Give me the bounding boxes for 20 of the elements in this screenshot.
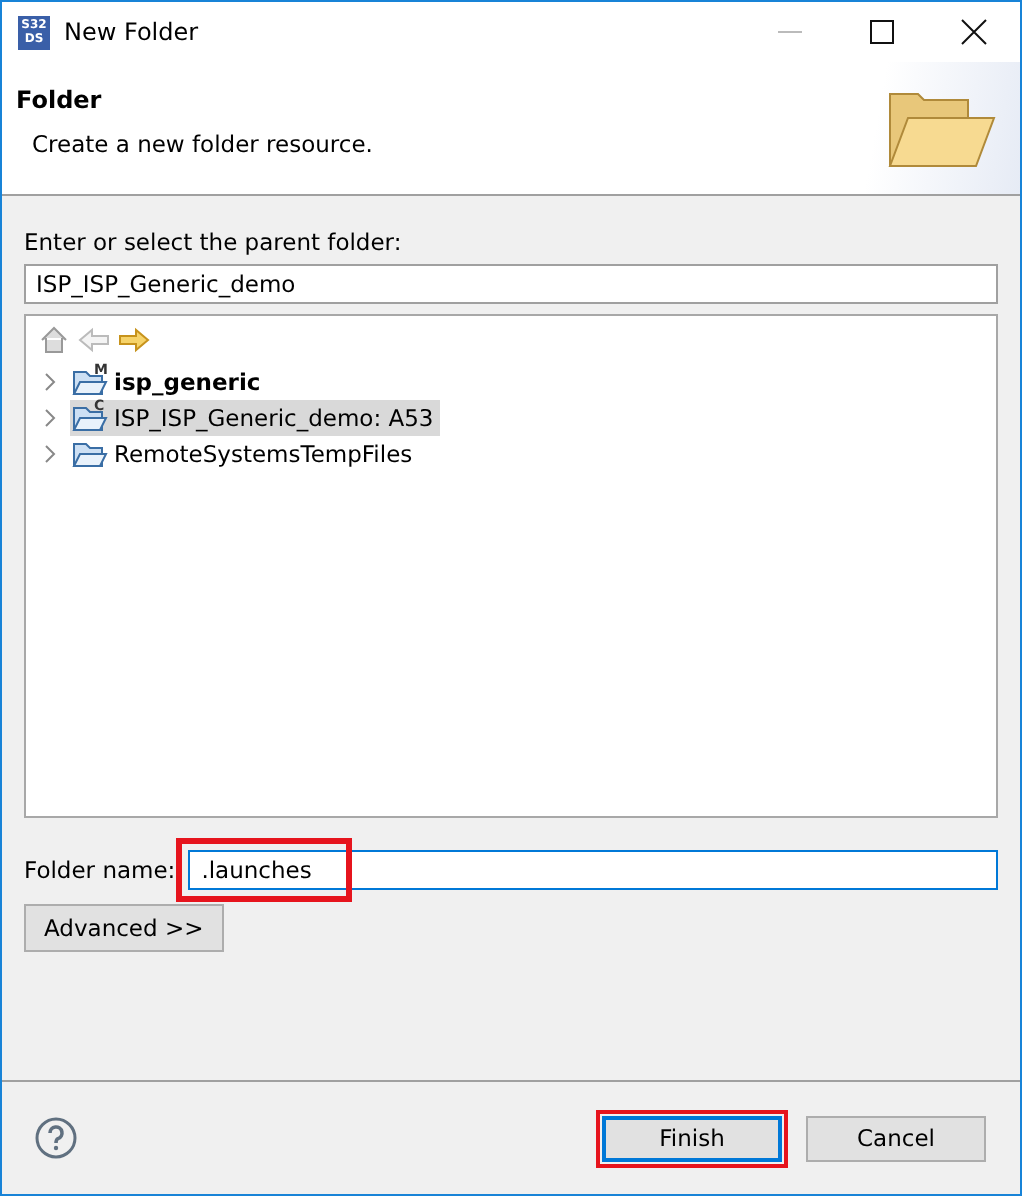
home-icon[interactable] xyxy=(38,324,70,356)
advanced-button[interactable]: Advanced >> xyxy=(24,904,224,952)
help-icon[interactable] xyxy=(34,1116,78,1160)
maximize-icon[interactable] xyxy=(868,18,896,46)
parent-folder-field[interactable]: ISP_ISP_Generic_demo xyxy=(24,264,998,304)
page-description: Create a new folder resource. xyxy=(30,130,373,158)
window-title: New Folder xyxy=(64,18,199,46)
project-folder-icon xyxy=(72,402,108,434)
page-title: Folder xyxy=(16,86,104,114)
project-folder-icon xyxy=(72,438,108,470)
dialog-button[interactable]: Finish xyxy=(602,1115,782,1161)
forward-arrow-icon[interactable] xyxy=(118,324,150,356)
folder-name-label: Folder name: xyxy=(24,856,176,884)
back-arrow-icon[interactable] xyxy=(78,324,110,356)
project-folder-icon xyxy=(72,366,108,398)
close-icon[interactable] xyxy=(960,18,988,46)
tree-item[interactable]: RemoteSystemsTempFiles xyxy=(70,436,419,472)
folder-name-field[interactable]: .launches xyxy=(187,850,998,890)
dialog-button[interactable]: Cancel xyxy=(806,1115,986,1161)
parent-folder-label: Enter or select the parent folder: xyxy=(24,228,404,256)
